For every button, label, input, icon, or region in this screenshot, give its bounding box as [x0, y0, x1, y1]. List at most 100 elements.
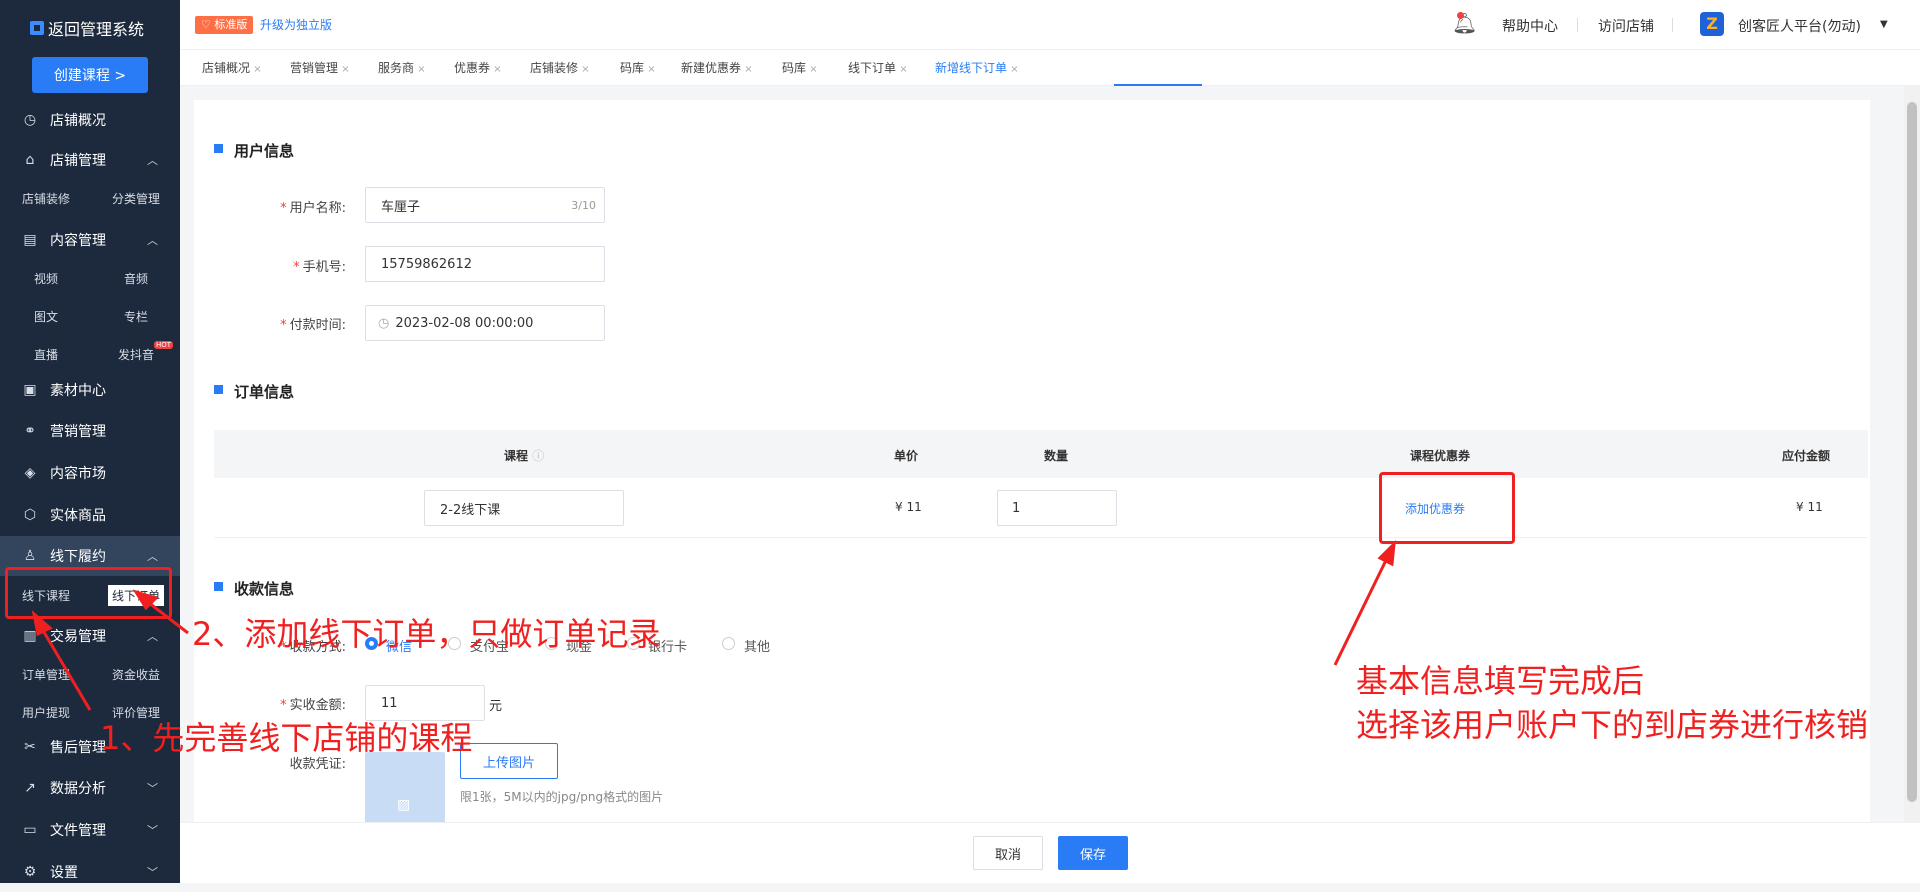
tab-item[interactable]: 营销管理 ×	[290, 59, 350, 76]
close-icon[interactable]: ×	[741, 64, 752, 75]
annotation-box-coupon	[1379, 472, 1515, 544]
upload-image-button[interactable]: 上传图片	[460, 743, 558, 779]
sidebar-item-market[interactable]: ◈ 内容市场	[0, 453, 180, 493]
sidebar-item-goods[interactable]: ⬡ 实体商品	[0, 495, 180, 535]
course-input[interactable]: 2-2线下课	[424, 490, 624, 526]
save-button[interactable]: 保存	[1058, 836, 1128, 870]
quantity-input[interactable]: 1	[997, 490, 1117, 526]
amount-unit: 元	[489, 699, 503, 714]
sidebar-sub-video[interactable]: 视频	[34, 270, 58, 287]
tab-label: 新建优惠券	[681, 61, 742, 75]
sidebar-item-marketing[interactable]: ⚭ 营销管理	[0, 411, 180, 451]
chevron-down-icon: ﹀	[147, 824, 158, 837]
sidebar-item-files[interactable]: ▭ 文件管理 ﹀	[0, 810, 180, 850]
sidebar-sub-shop-decor[interactable]: 店铺装修	[22, 190, 70, 207]
close-icon[interactable]: ×	[490, 64, 501, 75]
tab-item[interactable]: 新建优惠券 ×	[681, 59, 753, 76]
tab-label: 码库	[620, 61, 645, 75]
tab-label: 营销管理	[290, 61, 339, 75]
create-course-button[interactable]: 创建课程 >	[32, 57, 148, 93]
close-icon[interactable]: ×	[1007, 64, 1018, 75]
tab-label: 新增线下订单	[935, 61, 1008, 75]
sidebar-sub-order-manage[interactable]: 订单管理	[22, 666, 70, 683]
col-coupon: 课程优惠券	[1410, 449, 1471, 463]
sidebar-item-material[interactable]: ▣ 素材中心	[0, 370, 180, 410]
chevron-down-icon: ﹀	[147, 782, 158, 795]
upgrade-link[interactable]: 升级为独立版	[260, 16, 332, 33]
tab-label: 店铺装修	[530, 61, 579, 75]
sidebar-item-label: 内容管理	[50, 233, 106, 249]
edition-badge: ♡ 标准版	[195, 16, 254, 34]
scrollbar-thumb[interactable]	[1907, 102, 1917, 802]
sidebar-item-label: 店铺管理	[50, 153, 106, 169]
close-icon[interactable]: ×	[578, 64, 589, 75]
sidebar-item-analytics[interactable]: ↗ 数据分析 ﹀	[0, 768, 180, 808]
tab-item[interactable]: 线下订单 ×	[848, 59, 908, 76]
proof-image-placeholder[interactable]: ▨	[365, 752, 445, 827]
sidebar-item-label: 素材中心	[50, 383, 106, 399]
tab-item[interactable]: 服务商 ×	[378, 59, 426, 76]
input-value: 车厘子	[381, 199, 421, 215]
tab-item[interactable]: 店铺概况 ×	[202, 59, 262, 76]
sidebar-item-overview[interactable]: ◷ 店铺概况	[0, 100, 180, 140]
platform-logo: Z	[1700, 12, 1724, 36]
sidebar-item-label: 设置	[50, 865, 78, 881]
sidebar-item-label: 实体商品	[50, 508, 106, 524]
sidebar-sub-douyin[interactable]: 发抖音 HOT	[118, 341, 174, 363]
amount-input[interactable]: 11	[365, 685, 485, 721]
price-value: ¥ 11	[895, 500, 922, 514]
sidebar-sub-column[interactable]: 专栏	[124, 308, 148, 325]
gear-icon: ⚙	[23, 864, 37, 880]
wrench-icon: ✂	[24, 739, 36, 755]
cancel-button[interactable]: 取消	[973, 836, 1043, 870]
close-icon[interactable]: ×	[338, 64, 349, 75]
sidebar-sub-fund[interactable]: 资金收益	[112, 666, 160, 683]
payable-value: ¥ 11	[1796, 500, 1823, 514]
tab-label: 优惠券	[454, 61, 491, 75]
help-center-link[interactable]: 帮助中心	[1502, 16, 1558, 36]
username-input[interactable]: 车厘子 3/10	[365, 187, 605, 223]
top-bar: ♡ 标准版 升级为独立版 🔔︎ 帮助中心 访问店铺 Z 创客匠人平台(勿动) ▼	[180, 0, 1920, 50]
bell-icon[interactable]: 🔔︎	[1452, 11, 1477, 35]
douyin-label: 发抖音	[118, 348, 155, 362]
tab-item[interactable]: 店铺装修 ×	[530, 59, 590, 76]
phone-input[interactable]: 15759862612	[365, 246, 605, 282]
close-icon[interactable]: ×	[250, 64, 261, 75]
chevron-up-icon: ︿	[147, 550, 158, 563]
visit-shop-link[interactable]: 访问店铺	[1598, 16, 1654, 36]
sidebar-item-settings[interactable]: ⚙ 设置 ﹀	[0, 852, 180, 892]
chevron-up-icon: ︿	[147, 154, 158, 167]
info-icon[interactable]: ⓘ	[532, 449, 544, 463]
close-icon[interactable]: ×	[644, 64, 655, 75]
tab-item[interactable]: 优惠券 ×	[454, 59, 502, 76]
sidebar-sub-article[interactable]: 图文	[34, 308, 58, 325]
close-icon[interactable]: ×	[896, 64, 907, 75]
close-icon[interactable]: ×	[414, 64, 425, 75]
divider	[1672, 18, 1673, 32]
char-count: 3/10	[571, 198, 596, 212]
close-icon[interactable]: ×	[806, 64, 817, 75]
annotation-step2: 2、添加线下订单，只做订单记录	[192, 615, 661, 653]
sidebar-sub-withdraw[interactable]: 用户提现	[22, 704, 70, 721]
upload-hint: 限1张，5M以内的jpg/png格式的图片	[460, 790, 664, 804]
payment-info-title: 收款信息	[214, 578, 294, 599]
tab-label: 店铺概况	[202, 61, 251, 75]
sidebar-sub-audio[interactable]: 音频	[124, 270, 148, 287]
amount-label: * 实收金额:	[280, 698, 346, 713]
tab-item[interactable]: 码库 ×	[620, 59, 656, 76]
tab-item[interactable]: 新增线下订单 ×	[935, 59, 1019, 76]
chart-icon: ↗	[24, 780, 36, 796]
radio-other[interactable]	[722, 637, 735, 650]
account-name[interactable]: 创客匠人平台(勿动)	[1738, 16, 1861, 36]
sidebar-sub-category[interactable]: 分类管理	[112, 190, 160, 207]
paytime-picker[interactable]: ◷ 2023-02-08 00:00:00	[365, 305, 605, 341]
sidebar-item-trade[interactable]: ▥ 交易管理 ︿	[0, 616, 180, 656]
divider	[1577, 18, 1578, 32]
label-text: 实收金额:	[289, 698, 346, 713]
sidebar-item-content[interactable]: ▤ 内容管理 ︿	[0, 220, 180, 260]
sidebar-sub-live[interactable]: 直播	[34, 346, 58, 363]
caret-down-icon[interactable]: ▼	[1880, 19, 1888, 30]
back-to-admin-link[interactable]: 返回管理系统	[0, 0, 180, 56]
sidebar-item-shop-manage[interactable]: ⌂ 店铺管理 ︿	[0, 140, 180, 180]
tab-item[interactable]: 码库 ×	[782, 59, 818, 76]
